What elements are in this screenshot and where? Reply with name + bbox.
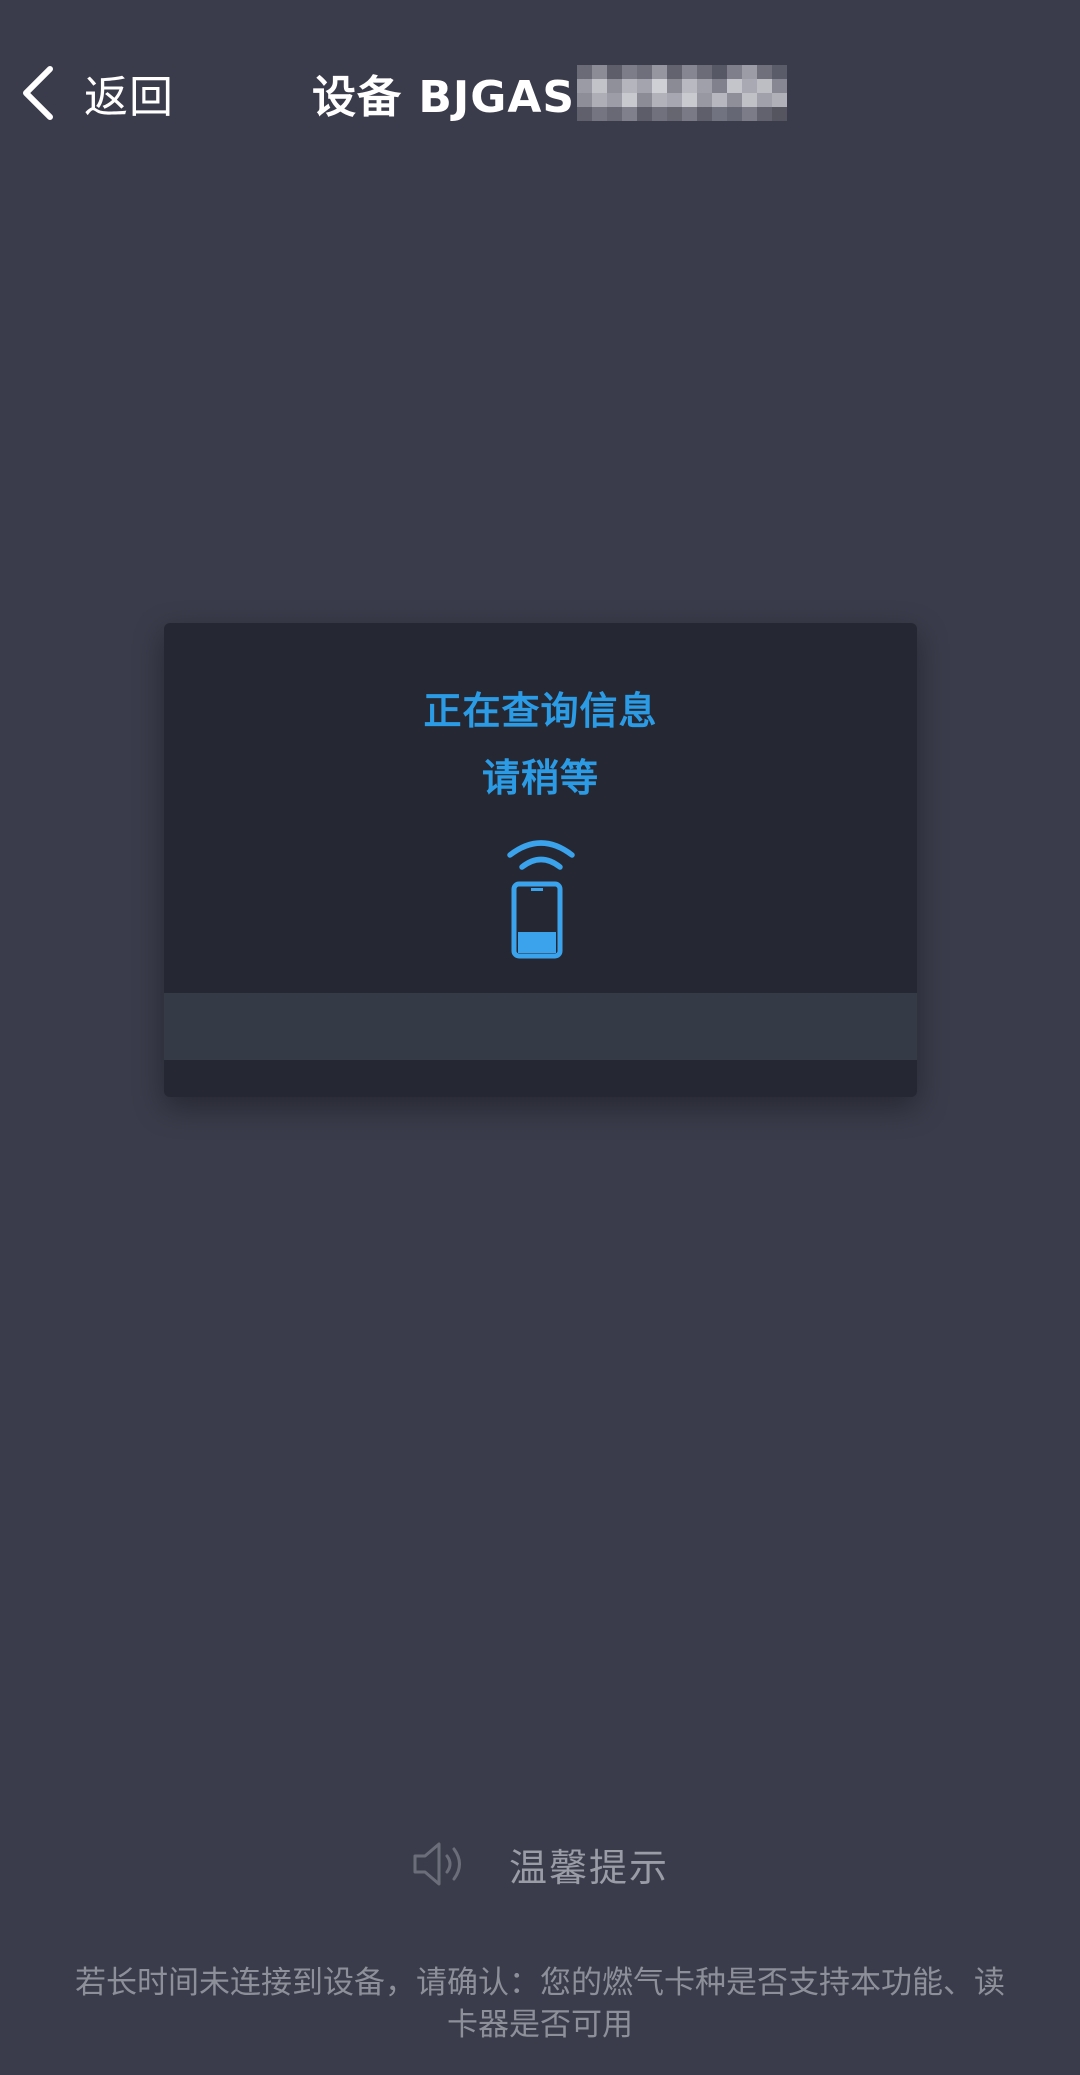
- title-area: 设备 BJGAS: [312, 58, 788, 128]
- chevron-left-icon: [23, 66, 53, 120]
- query-status-dialog: 正在查询信息 请稍等: [164, 623, 917, 1097]
- tip-title: 温馨提示: [508, 1845, 669, 1890]
- nav-header: 返回 设备 BJGAS: [0, 0, 1080, 185]
- back-label: 返回: [84, 72, 174, 123]
- tip-body-text: 若长时间未连接到设备，请确认：您的燃气卡种是否支持本功能、读卡器是否可用: [75, 1965, 1005, 2043]
- redacted-serial-mosaic: [577, 65, 788, 121]
- wait-message: 请稍等: [481, 756, 599, 800]
- dialog-footer-bar: [164, 993, 917, 1060]
- device-query-screen: 返回 设备 BJGAS 正在查询信息 请稍等 温馨提示 若长时间未连接到设备，请…: [0, 0, 1080, 2075]
- speaker-icon: [413, 1842, 461, 1886]
- page-title: 设备 BJGAS: [312, 72, 576, 123]
- nfc-phone-icon: [507, 840, 575, 959]
- status-message: 正在查询信息: [423, 689, 658, 733]
- tip-header: 温馨提示: [0, 1832, 1080, 1896]
- back-button[interactable]: 返回: [18, 58, 174, 128]
